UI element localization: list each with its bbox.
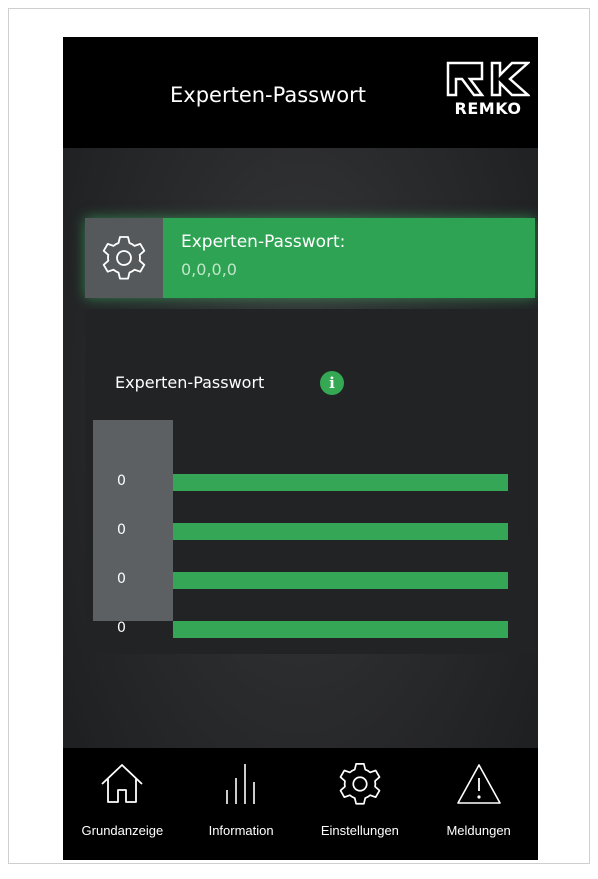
nav-item-einstellungen[interactable]: Einstellungen (301, 748, 420, 860)
nav-label: Information (208, 823, 274, 838)
password-editor-panel: Experten-Passwort i 0 0 0 0 (85, 309, 535, 654)
nav-item-meldungen[interactable]: Meldungen (419, 748, 538, 860)
digit-slider[interactable] (173, 572, 508, 589)
info-icon[interactable]: i (320, 371, 344, 395)
digit-slider[interactable] (173, 621, 508, 638)
digit-row-4[interactable]: 0 (85, 615, 508, 645)
setting-row-experten-passwort[interactable]: Experten-Passwort: 0,0,0,0 (85, 218, 535, 298)
logo-wordmark: REMKO (454, 99, 522, 118)
digit-slider[interactable] (173, 474, 508, 491)
bars-icon (226, 764, 255, 804)
remko-logo-mark (446, 61, 530, 97)
warning-icon (456, 764, 501, 804)
nav-item-grundanzeige[interactable]: Grundanzeige (63, 748, 182, 860)
digit-value: 0 (117, 522, 126, 538)
digit-slider[interactable] (173, 523, 508, 540)
digit-row-2[interactable]: 0 (85, 517, 508, 547)
header-bar: Experten-Passwort REMKO (63, 37, 538, 148)
gear-icon (85, 218, 163, 298)
digit-value: 0 (117, 620, 126, 636)
home-icon (101, 764, 143, 803)
digit-value: 0 (117, 571, 126, 587)
digit-row-3[interactable]: 0 (85, 566, 508, 596)
digit-value: 0 (117, 473, 126, 489)
remko-logo: REMKO (446, 61, 530, 119)
page-title: Experten-Passwort (170, 83, 366, 107)
device-screen: Experten-Passwort REMKO Experten-Passwor… (63, 37, 538, 860)
nav-item-information[interactable]: Information (182, 748, 301, 860)
setting-label: Experten-Passwort: (181, 232, 346, 252)
nav-label: Grundanzeige (81, 823, 164, 838)
nav-label: Einstellungen (320, 823, 399, 838)
gear-icon-graphic (102, 236, 146, 280)
digit-row-1[interactable]: 0 (85, 468, 508, 498)
bottom-navigation: Grundanzeige Information Einstellungen M… (63, 748, 538, 860)
nav-label: Meldungen (446, 823, 511, 838)
editor-title: Experten-Passwort (115, 373, 265, 392)
setting-value: 0,0,0,0 (181, 260, 237, 279)
gear-icon (339, 762, 381, 805)
